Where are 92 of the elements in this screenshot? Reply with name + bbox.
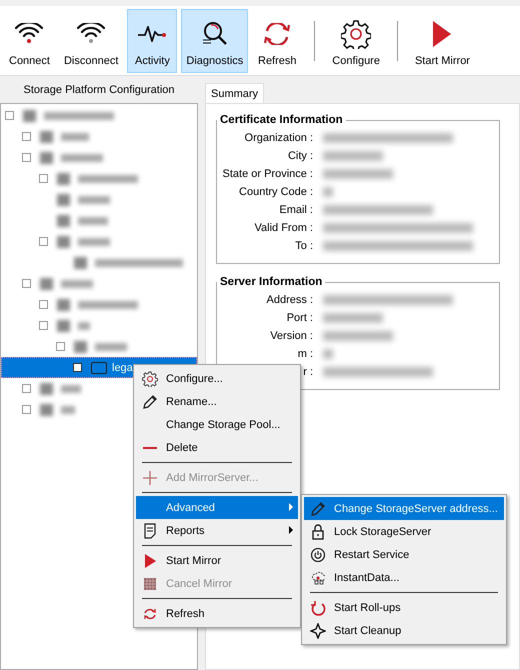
expand-toggle[interactable] [22,279,31,288]
toolbar-button[interactable]: Start Mirror [410,8,475,72]
blurred-tree-item[interactable] [40,130,89,142]
blurred-value [323,349,333,359]
blurred-value [323,151,383,161]
menu-item[interactable]: Delete [136,436,298,459]
server-icon [91,362,107,374]
menu-item[interactable]: Refresh [136,602,298,625]
field-label: Email : [278,204,314,216]
blurred-value [323,187,333,197]
minus-icon [142,446,158,450]
blurred-tree-item[interactable] [23,110,114,122]
blurred-value [323,169,393,179]
circular-arrow-icon [310,600,326,616]
blurred-tree-item[interactable] [57,194,110,206]
blurred-tree-item[interactable] [57,214,108,226]
field-label: To : [294,240,314,252]
menu-item[interactable]: InstantData... [304,566,504,589]
wifi-icon [15,23,44,44]
menu-item[interactable]: Change Storage Pool... [136,413,298,436]
blurred-tree-item[interactable] [74,256,183,268]
menu-item[interactable]: Advanced [136,496,298,519]
blurred-tree-item[interactable] [40,382,81,394]
menu-item[interactable]: Start Roll-ups [304,596,504,619]
toolbar-button[interactable]: Activity [127,8,178,72]
expand-toggle[interactable] [22,384,31,393]
star-icon [310,622,326,638]
blurred-tree-item[interactable] [40,404,75,416]
blurred-tree-item[interactable] [57,172,138,184]
play-icon [432,20,452,48]
blurred-tree-item[interactable] [57,236,110,248]
menu-item[interactable]: Lock StorageServer [304,520,504,543]
blurred-value [323,313,383,323]
expand-toggle[interactable] [73,363,82,372]
expand-toggle[interactable] [56,342,65,351]
menu-item[interactable]: Reports [136,519,298,542]
group-title: Server Information [219,276,324,288]
field-label: Country Code : [238,186,314,198]
toolbar-button[interactable]: Refresh [252,8,302,72]
expand-toggle[interactable] [39,321,48,330]
blurred-tree-item[interactable] [57,298,138,310]
refresh-icon [143,606,157,620]
lock-icon [312,524,324,540]
menu-item[interactable]: Rename... [136,390,298,413]
settings-icon [341,18,372,48]
search-icon [202,22,228,45]
wifi-icon [77,23,106,44]
field-label: State or Province : [222,168,314,180]
menu-item[interactable]: Change StorageServer address... [304,497,504,520]
field-label: Port : [286,312,314,324]
field-label: r : [302,366,314,378]
toolbar-button[interactable]: Diagnostics [181,8,248,72]
menu-item[interactable]: Start Cleanup [304,619,504,642]
blurred-tree-item[interactable] [74,340,127,352]
menu-item[interactable]: Restart Service [304,543,504,566]
settings-icon [142,370,158,386]
blurred-tree-item[interactable] [40,152,103,164]
pencil-icon [311,502,325,516]
field-label: Valid From : [254,222,314,234]
blurred-value [323,331,393,341]
tab[interactable]: Summary [205,83,264,103]
field-label: Address : [266,294,314,306]
blurred-tree-item[interactable] [40,278,93,290]
toolbar-button[interactable]: Connect [4,8,55,72]
expand-toggle[interactable] [39,174,48,183]
field-label: City : [286,150,314,162]
expand-toggle[interactable] [5,111,14,120]
play-icon [144,552,156,568]
menu-item[interactable]: Configure... [136,367,298,390]
menu-item[interactable]: Start Mirror [136,549,298,572]
checkered-square-icon [144,578,156,590]
blurred-tree-item[interactable] [57,320,90,332]
toolbar-button[interactable]: Configure [327,8,385,72]
expand-toggle[interactable] [22,153,31,162]
power-icon [311,548,325,562]
tree-item-label[interactable]: lega [112,362,133,374]
field-label: m : [296,348,314,360]
plus-icon [142,470,158,486]
panel-title: Storage Platform Configuration [23,84,175,96]
toolbar-button[interactable]: Disconnect [58,8,124,72]
refresh-icon [264,22,290,44]
pulse-icon [137,26,168,42]
expand-toggle[interactable] [39,300,48,309]
expand-toggle[interactable] [39,237,48,246]
expand-toggle[interactable] [22,405,31,414]
field-label: Organization : [244,132,314,144]
document-icon [144,522,156,538]
group-title: Certificate Information [219,114,344,126]
cloud-icon [312,570,324,584]
expand-toggle[interactable] [22,132,31,141]
field-label: Version : [269,330,314,342]
pencil-icon [143,394,157,408]
